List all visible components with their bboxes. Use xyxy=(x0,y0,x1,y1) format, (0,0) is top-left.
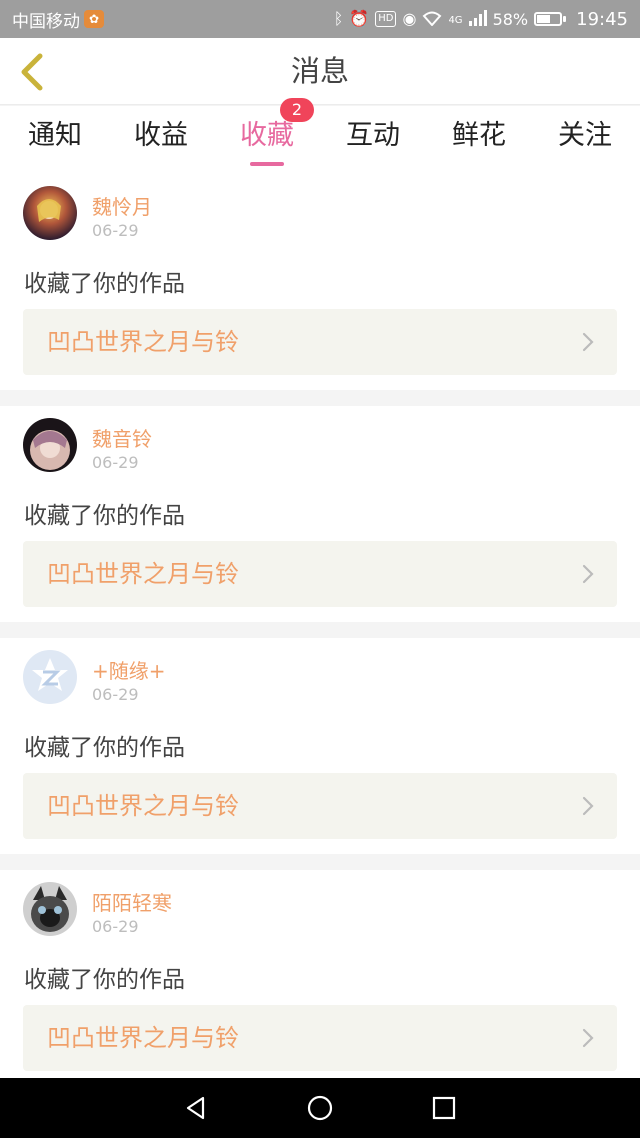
message-action: 收藏了你的作品 xyxy=(24,967,185,993)
active-tab-indicator xyxy=(250,162,284,166)
chevron-right-icon xyxy=(582,564,594,584)
username[interactable]: 魏音铃 xyxy=(92,423,152,452)
tab-interactions[interactable]: 互动 xyxy=(320,106,426,174)
unread-badge: 2 xyxy=(280,98,314,122)
battery-percent: 58% xyxy=(492,9,529,29)
work-title: 凹凸世界之月与铃 xyxy=(47,328,239,356)
signal-icon xyxy=(468,9,487,29)
tab-earnings[interactable]: 收益 xyxy=(108,106,214,174)
username[interactable]: 魏怜月 xyxy=(92,191,152,220)
list-item: 魏音铃 06-29 收藏了你的作品 凹凸世界之月与铃 xyxy=(0,406,640,622)
chevron-right-icon xyxy=(582,332,594,352)
message-list: 魏怜月 06-29 收藏了你的作品 凹凸世界之月与铃 魏音铃 06-29 收藏了… xyxy=(0,174,640,1102)
work-link[interactable]: 凹凸世界之月与铃 xyxy=(23,541,617,607)
list-item: 魏怜月 06-29 收藏了你的作品 凹凸世界之月与铃 xyxy=(0,174,640,390)
message-action: 收藏了你的作品 xyxy=(24,503,185,529)
carrier-name: 中国移动 xyxy=(12,11,80,32)
wifi-icon xyxy=(422,10,442,29)
nav-home-button[interactable] xyxy=(290,1078,350,1138)
app-notification-icon: ✿ xyxy=(84,10,104,28)
message-action: 收藏了你的作品 xyxy=(24,735,185,761)
tab-notifications[interactable]: 通知 xyxy=(2,106,108,174)
work-link[interactable]: 凹凸世界之月与铃 xyxy=(23,309,617,375)
status-left: 中国移动 ✿ xyxy=(12,7,104,32)
hd-icon: HD xyxy=(375,11,397,27)
work-link[interactable]: 凹凸世界之月与铃 xyxy=(23,773,617,839)
work-title: 凹凸世界之月与铃 xyxy=(47,792,239,820)
tab-label: 互动 xyxy=(346,120,400,151)
tab-label: 通知 xyxy=(28,120,82,151)
status-bar: 中国移动 ✿ ᛒ ⏰ HD ◉ 4G 58% 19:45 xyxy=(0,0,640,38)
tab-label: 收藏 xyxy=(240,120,294,151)
chevron-right-icon xyxy=(582,1028,594,1048)
tab-label: 收益 xyxy=(134,120,188,151)
work-link[interactable]: 凹凸世界之月与铃 xyxy=(23,1005,617,1071)
tab-favorites[interactable]: 收藏 2 xyxy=(214,98,320,174)
chevron-right-icon xyxy=(582,796,594,816)
message-action: 收藏了你的作品 xyxy=(24,271,185,297)
avatar[interactable] xyxy=(23,650,77,704)
eye-comfort-icon: ◉ xyxy=(402,9,417,28)
avatar[interactable] xyxy=(23,882,77,936)
message-date: 06-29 xyxy=(92,917,139,936)
tab-bar: 通知 收益 收藏 2 互动 鲜花 关注 xyxy=(0,98,640,174)
nav-back-button[interactable] xyxy=(166,1078,226,1138)
username[interactable]: +随缘+ xyxy=(92,655,166,684)
recents-square-icon xyxy=(432,1096,456,1120)
system-nav-bar xyxy=(0,1078,640,1138)
clock: 19:45 xyxy=(576,8,628,30)
battery-icon xyxy=(534,12,567,26)
back-triangle-icon xyxy=(186,1096,205,1120)
nav-recents-button[interactable] xyxy=(414,1078,474,1138)
message-date: 06-29 xyxy=(92,221,139,240)
tab-following[interactable]: 关注 xyxy=(532,106,638,174)
work-title: 凹凸世界之月与铃 xyxy=(47,1024,239,1052)
avatar[interactable] xyxy=(23,418,77,472)
message-date: 06-29 xyxy=(92,685,139,704)
header: 消息 xyxy=(0,38,640,105)
tab-label: 鲜花 xyxy=(452,120,506,151)
list-item: +随缘+ 06-29 收藏了你的作品 凹凸世界之月与铃 xyxy=(0,638,640,854)
work-title: 凹凸世界之月与铃 xyxy=(47,560,239,588)
username[interactable]: 陌陌轻寒 xyxy=(92,887,172,916)
bluetooth-icon: ᛒ xyxy=(333,9,344,28)
alarm-icon: ⏰ xyxy=(349,9,370,28)
list-item: 陌陌轻寒 06-29 收藏了你的作品 凹凸世界之月与铃 xyxy=(0,870,640,1086)
tab-flowers[interactable]: 鲜花 xyxy=(426,106,532,174)
message-date: 06-29 xyxy=(92,453,139,472)
home-circle-icon xyxy=(307,1095,333,1121)
status-right: ᛒ ⏰ HD ◉ 4G 58% 19:45 xyxy=(334,9,628,30)
network-type: 4G xyxy=(448,14,463,26)
tab-label: 关注 xyxy=(558,120,612,151)
page-title: 消息 xyxy=(290,54,349,88)
avatar[interactable] xyxy=(23,186,77,240)
